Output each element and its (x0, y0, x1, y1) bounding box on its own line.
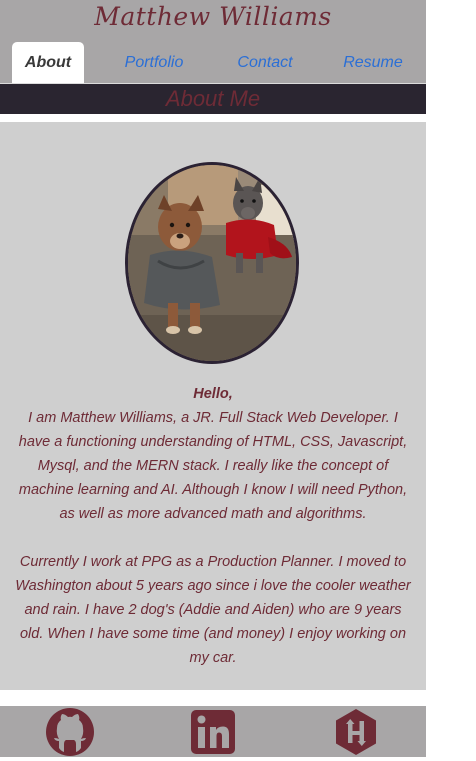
nav-tabs: About Portfolio Contact Resume (0, 42, 426, 83)
github-icon[interactable] (45, 708, 95, 756)
tab-portfolio[interactable]: Portfolio (112, 42, 196, 83)
tab-resume[interactable]: Resume (336, 42, 410, 83)
dogs-photo-image (128, 165, 296, 361)
tab-about[interactable]: About (12, 42, 84, 83)
footer (0, 706, 426, 757)
linkedin-icon[interactable] (189, 708, 239, 756)
site-header: Matthew Williams About Portfolio Contact… (0, 0, 426, 83)
profile-photo (125, 162, 299, 364)
section-heading: About Me (0, 84, 426, 114)
about-section: Hello, I am Matthew Williams, a JR. Full… (0, 122, 426, 690)
about-paragraph-1: I am Matthew Williams, a JR. Full Stack … (18, 410, 408, 522)
site-title: Matthew Williams (94, 2, 332, 31)
hackerrank-icon[interactable] (331, 708, 381, 756)
about-text: Hello, I am Matthew Williams, a JR. Full… (14, 382, 412, 670)
greeting: Hello, (193, 386, 233, 402)
about-paragraph-2: Currently I work at PPG as a Production … (15, 554, 411, 666)
tab-contact[interactable]: Contact (228, 42, 302, 83)
